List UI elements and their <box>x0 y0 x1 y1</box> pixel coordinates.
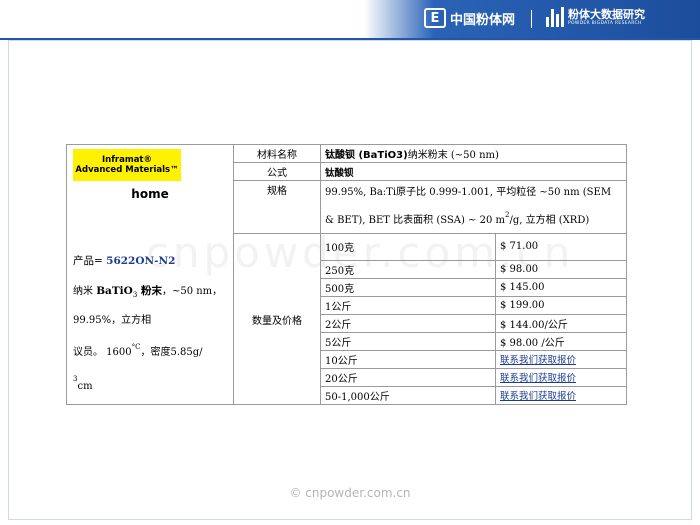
cnpowder-logo-icon: E <box>424 8 446 28</box>
price-cell: 联系我们获取报价 <box>495 385 627 405</box>
price-cell: $ 98.00 <box>495 259 627 279</box>
product-description: 纳米 BaTiO3 粉末，~50 nm，99.95%，立方相 议员。 1600°… <box>73 285 223 392</box>
contact-quote-link[interactable]: 联系我们获取报价 <box>500 373 576 384</box>
price-cell: $ 98.00 /公斤 <box>495 331 627 351</box>
bar-chart-icon <box>546 7 564 27</box>
qty-cell: 5公斤 <box>320 331 496 351</box>
price-label: 数量及价格 <box>233 233 321 405</box>
price-cell: $ 144.00/公斤 <box>495 313 627 333</box>
formula-value: 钛酸钡 <box>320 162 627 181</box>
qty-cell: 10公斤 <box>320 349 496 369</box>
home-link[interactable]: home <box>73 187 227 201</box>
inframat-logo[interactable]: Inframat® Advanced Materials™ <box>73 149 181 181</box>
product-table: Inframat® Advanced Materials™ home 产品= 5… <box>66 144 627 405</box>
product-code: 产品= 5622ON-N2 <box>73 255 176 267</box>
qty-cell: 1公斤 <box>320 295 496 315</box>
cnpowder-logo-text: 中国粉体网 <box>450 12 516 28</box>
qty-cell: 20公斤 <box>320 367 496 387</box>
spec-value: 99.95%, Ba:Ti原子比 0.999-1.001, 平均粒径 ~50 n… <box>320 180 627 234</box>
bigdata-logo-subtext: POWDER BIGDATA RESEARCH <box>568 20 642 26</box>
logo-separator <box>531 10 532 28</box>
spec-label: 规格 <box>233 180 321 234</box>
price-cell: $ 145.00 <box>495 277 627 297</box>
footer-copyright: © cnpowder.com.cn <box>289 486 411 500</box>
bigdata-logo[interactable]: 粉体大数据研究 POWDER BIGDATA RESEARCH <box>546 7 645 27</box>
qty-cell: 500克 <box>320 277 496 297</box>
brand-cell: Inframat® Advanced Materials™ home 产品= 5… <box>66 144 234 405</box>
price-cell: $ 71.00 <box>495 233 627 261</box>
qty-cell: 250克 <box>320 259 496 279</box>
qty-cell: 100克 <box>320 233 496 261</box>
formula-label: 公式 <box>233 162 321 181</box>
contact-quote-link[interactable]: 联系我们获取报价 <box>500 355 576 366</box>
contact-quote-link[interactable]: 联系我们获取报价 <box>500 391 576 402</box>
qty-cell: 2公斤 <box>320 313 496 333</box>
price-cell: $ 199.00 <box>495 295 627 315</box>
name-label: 材料名称 <box>233 144 321 163</box>
cnpowder-logo[interactable]: E 中国粉体网 <box>424 8 515 28</box>
bigdata-logo-text: 粉体大数据研究 <box>568 7 645 21</box>
price-cell: 联系我们获取报价 <box>495 367 627 387</box>
qty-cell: 50-1,000公斤 <box>320 385 496 405</box>
name-value: 钛酸钡 (BaTiO3)纳米粉末 (~50 nm) <box>320 144 627 163</box>
price-cell: 联系我们获取报价 <box>495 349 627 369</box>
